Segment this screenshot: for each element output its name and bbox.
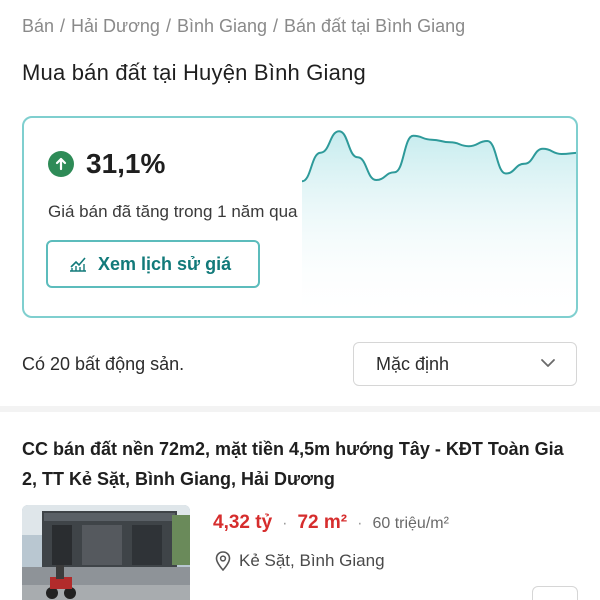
map-pin-icon bbox=[215, 551, 231, 571]
breadcrumb-item-current[interactable]: Bán đất tại Bình Giang bbox=[284, 16, 465, 36]
breadcrumb-separator: / bbox=[273, 16, 279, 36]
save-listing-button[interactable] bbox=[532, 586, 578, 600]
breadcrumb-item-ban[interactable]: Bán bbox=[22, 16, 54, 36]
price-change-percent: 31,1% bbox=[86, 148, 166, 179]
breadcrumb-item-province[interactable]: Hải Dương bbox=[71, 16, 160, 36]
listing-price-per-m2: 60 triệu/m² bbox=[372, 515, 449, 532]
price-trend-card: 31,1% Giá bán đã tăng trong 1 năm qua Xe… bbox=[22, 116, 578, 318]
listing-area: 72 m² bbox=[297, 512, 348, 533]
chevron-down-icon bbox=[540, 355, 556, 373]
separator-dot: · bbox=[282, 515, 288, 532]
price-history-label: Xem lịch sử giá bbox=[98, 253, 232, 274]
chart-line-icon bbox=[68, 255, 88, 273]
arrow-up-circle-icon bbox=[48, 151, 74, 177]
breadcrumb: Bán / Hải Dương / Bình Giang / Bán đất tại Bìn… bbox=[22, 16, 465, 37]
listing-price: 4,32 tỷ bbox=[213, 512, 273, 533]
breadcrumb-separator: / bbox=[60, 16, 66, 36]
listing-location: Kẻ Sặt, Bình Giang bbox=[215, 551, 385, 571]
sort-select[interactable]: Mặc định bbox=[353, 342, 577, 386]
results-count: Có 20 bất động sản. bbox=[22, 354, 185, 374]
breadcrumb-separator: / bbox=[165, 16, 171, 36]
listing-price-row: 4,32 tỷ · 72 m² · 60 triệu/m² bbox=[213, 512, 449, 534]
price-change-row: 31,1% bbox=[48, 148, 165, 180]
section-divider bbox=[0, 406, 600, 412]
price-change-caption: Giá bán đã tăng trong 1 năm qua bbox=[48, 202, 298, 221]
listing-title[interactable]: CC bán đất nền 72m2, mặt tiền 4,5m hướng… bbox=[22, 434, 582, 494]
listing-thumbnail[interactable] bbox=[22, 505, 190, 600]
price-history-button[interactable]: Xem lịch sử giá bbox=[46, 240, 260, 288]
separator-dot: · bbox=[357, 515, 363, 532]
breadcrumb-item-district[interactable]: Bình Giang bbox=[177, 16, 267, 36]
sort-select-value: Mặc định bbox=[376, 353, 450, 374]
sparkline-area bbox=[302, 131, 576, 316]
page-title: Mua bán đất tại Huyện Bình Giang bbox=[22, 60, 366, 85]
listing-location-text: Kẻ Sặt, Bình Giang bbox=[239, 551, 385, 570]
